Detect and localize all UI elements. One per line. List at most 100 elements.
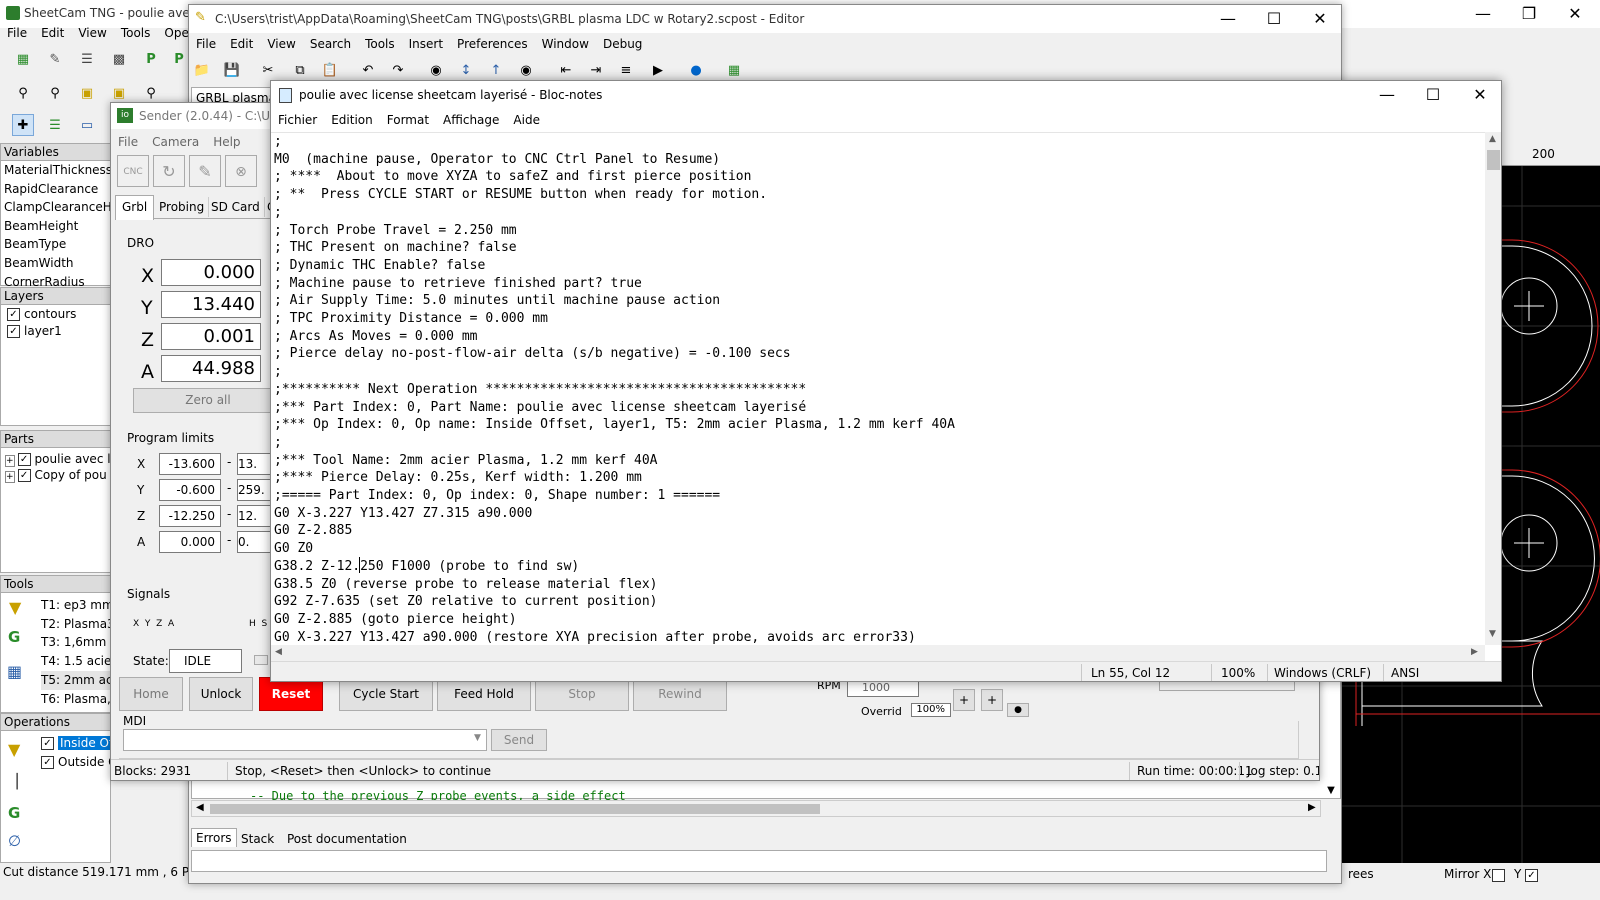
p2-icon[interactable]: P <box>140 48 162 70</box>
zoom-window-icon[interactable]: ⚲ <box>140 82 162 104</box>
replace-icon[interactable]: ◉ <box>515 59 537 81</box>
checkbox-checked[interactable]: ✓ <box>41 737 54 750</box>
breakpoint-icon[interactable]: ● <box>685 59 707 81</box>
home-button[interactable]: Home <box>119 677 183 711</box>
tab-stack[interactable]: Stack <box>237 830 278 848</box>
edit-job-icon[interactable]: ✎ <box>44 48 66 70</box>
editor-close-button[interactable]: ✕ <box>1297 5 1341 33</box>
part-item[interactable]: + ✓ poulie avec l <box>1 448 111 468</box>
scroll-thumb[interactable] <box>1487 150 1500 170</box>
scroll-left-icon[interactable]: ◀ <box>275 647 282 657</box>
mirror-y-checkbox[interactable]: ✓ <box>1525 869 1538 882</box>
outdent-icon[interactable]: ⇥ <box>585 59 607 81</box>
editor-menu-tools[interactable]: Tools <box>358 37 402 51</box>
rewind-button[interactable]: Rewind <box>633 677 727 711</box>
gcode-tool-icon[interactable]: G <box>8 628 20 646</box>
gcode-operation-icon[interactable]: G <box>8 804 20 822</box>
editor-menu-window[interactable]: Window <box>535 37 596 51</box>
notepad-menu-affichage[interactable]: Affichage <box>436 113 506 127</box>
notepad-menu-edition[interactable]: Edition <box>324 113 380 127</box>
variable-item[interactable]: BeamType <box>4 235 110 254</box>
plasma-operation-icon[interactable]: ▼ <box>8 740 20 759</box>
sheetcam-menu-edit[interactable]: Edit <box>34 26 71 40</box>
editor-menu-insert[interactable]: Insert <box>402 37 450 51</box>
rapid-button[interactable]: ● <box>1007 703 1029 717</box>
view-layers-icon[interactable]: ☰ <box>44 114 66 136</box>
feed-hold-button[interactable]: Feed Hold <box>437 677 531 711</box>
sender-menu-help[interactable]: Help <box>206 135 247 149</box>
cycle-start-button[interactable]: Cycle Start <box>339 677 433 711</box>
sheetcam-restore-button[interactable]: ❐ <box>1506 0 1552 28</box>
editor-maximize-button[interactable]: ☐ <box>1251 5 1297 33</box>
indent-icon[interactable]: ⇤ <box>555 59 577 81</box>
variable-item[interactable]: ClampClearanceHeig <box>4 198 130 217</box>
scroll-down-icon[interactable]: ▼ <box>1489 629 1496 639</box>
comment-icon[interactable]: ≡ <box>615 59 637 81</box>
unlock-button[interactable]: Unlock <box>189 677 253 711</box>
editor-vscrollbar[interactable]: ▼ <box>1323 785 1339 805</box>
part-item[interactable]: + ✓ Copy of pou <box>1 468 110 488</box>
copy-icon[interactable]: ⧉ <box>289 59 311 81</box>
notepad-hscrollbar[interactable]: ◀ ▶ <box>271 645 1485 662</box>
spindle-plus-button[interactable]: + <box>953 689 975 711</box>
editor-menu-debug[interactable]: Debug <box>596 37 649 51</box>
sheetcam-menu-tools[interactable]: Tools <box>114 26 158 40</box>
scroll-thumb[interactable] <box>210 804 820 814</box>
run-post-icon[interactable]: ▦ <box>723 59 745 81</box>
mirror-x-checkbox[interactable] <box>1492 869 1505 882</box>
reset-button[interactable]: Reset <box>259 677 323 711</box>
notepad-menu-format[interactable]: Format <box>380 113 436 127</box>
tab-errors[interactable]: Errors <box>191 828 237 847</box>
operation-item[interactable]: ✓ Outside O <box>41 753 119 772</box>
scroll-right-icon[interactable]: ▶ <box>1471 647 1478 657</box>
operation-item[interactable]: ✓ Inside Off <box>41 734 120 753</box>
p3-icon[interactable]: P <box>168 48 190 70</box>
editor-menu-edit[interactable]: Edit <box>223 37 260 51</box>
notepad-minimize-button[interactable]: — <box>1364 81 1410 109</box>
close-file-icon[interactable]: ⊗ <box>225 155 257 187</box>
sheetcam-minimize-button[interactable]: — <box>1460 0 1506 28</box>
find-next-icon[interactable]: ↕ <box>455 59 477 81</box>
cnc-icon[interactable]: CNC <box>117 155 149 187</box>
variable-item[interactable]: RapidClearance <box>4 180 110 199</box>
cut-icon[interactable]: ✂ <box>257 59 279 81</box>
notepad-close-button[interactable]: ✕ <box>1457 81 1501 109</box>
redo-icon[interactable]: ↷ <box>387 59 409 81</box>
sheetcam-menu-view[interactable]: View <box>71 26 113 40</box>
tab-sd-card[interactable]: SD Card <box>207 197 265 217</box>
variable-item[interactable]: BeamHeight <box>4 217 110 236</box>
view-monitor-icon[interactable]: ▭ <box>76 114 98 136</box>
undo-icon[interactable]: ↶ <box>357 59 379 81</box>
notepad-menu-fichier[interactable]: Fichier <box>271 113 324 127</box>
layer-item[interactable]: ✓ layer1 <box>1 324 110 343</box>
zoom-in-icon[interactable]: ⚲ <box>12 82 34 104</box>
table-tool-icon[interactable]: ▦ <box>7 662 22 681</box>
layers-icon[interactable]: ☰ <box>76 48 98 70</box>
sender-menu-file[interactable]: File <box>111 135 145 149</box>
sheetcam-menu-file[interactable]: File <box>0 26 34 40</box>
machine-icon[interactable]: ▩ <box>108 48 130 70</box>
open-icon[interactable]: 📁 <box>191 59 213 81</box>
zero-all-button[interactable]: Zero all <box>133 388 283 413</box>
editor-menu-view[interactable]: View <box>260 37 302 51</box>
checkbox-checked[interactable]: ✓ <box>7 308 20 321</box>
reload-icon[interactable]: ↻ <box>153 155 185 187</box>
notepad-vscrollbar[interactable]: ▲ ▼ <box>1485 132 1501 645</box>
checkbox-checked[interactable]: ✓ <box>7 325 20 338</box>
tab-probing[interactable]: Probing <box>155 197 210 217</box>
edit-file-icon[interactable]: ✎ <box>189 155 221 187</box>
layer-item[interactable]: ✓ contours <box>1 305 110 324</box>
path-operation-icon[interactable]: ∅ <box>8 832 21 850</box>
editor-menu-file[interactable]: File <box>189 37 223 51</box>
checkbox-checked[interactable]: ✓ <box>17 469 31 482</box>
expand-icon[interactable]: + <box>5 471 15 483</box>
stop-button[interactable]: Stop <box>535 677 629 711</box>
sender-menu-camera[interactable]: Camera <box>145 135 206 149</box>
checkbox-checked[interactable]: ✓ <box>41 756 54 769</box>
run-icon[interactable]: ▶ <box>647 59 669 81</box>
drill-operation-icon[interactable]: │ <box>13 774 21 790</box>
editor-menu-preferences[interactable]: Preferences <box>450 37 535 51</box>
find-prev-icon[interactable]: ↑ <box>485 59 507 81</box>
scroll-left-icon[interactable]: ◀ <box>196 802 204 813</box>
variable-item[interactable]: BeamWidth <box>4 254 110 273</box>
